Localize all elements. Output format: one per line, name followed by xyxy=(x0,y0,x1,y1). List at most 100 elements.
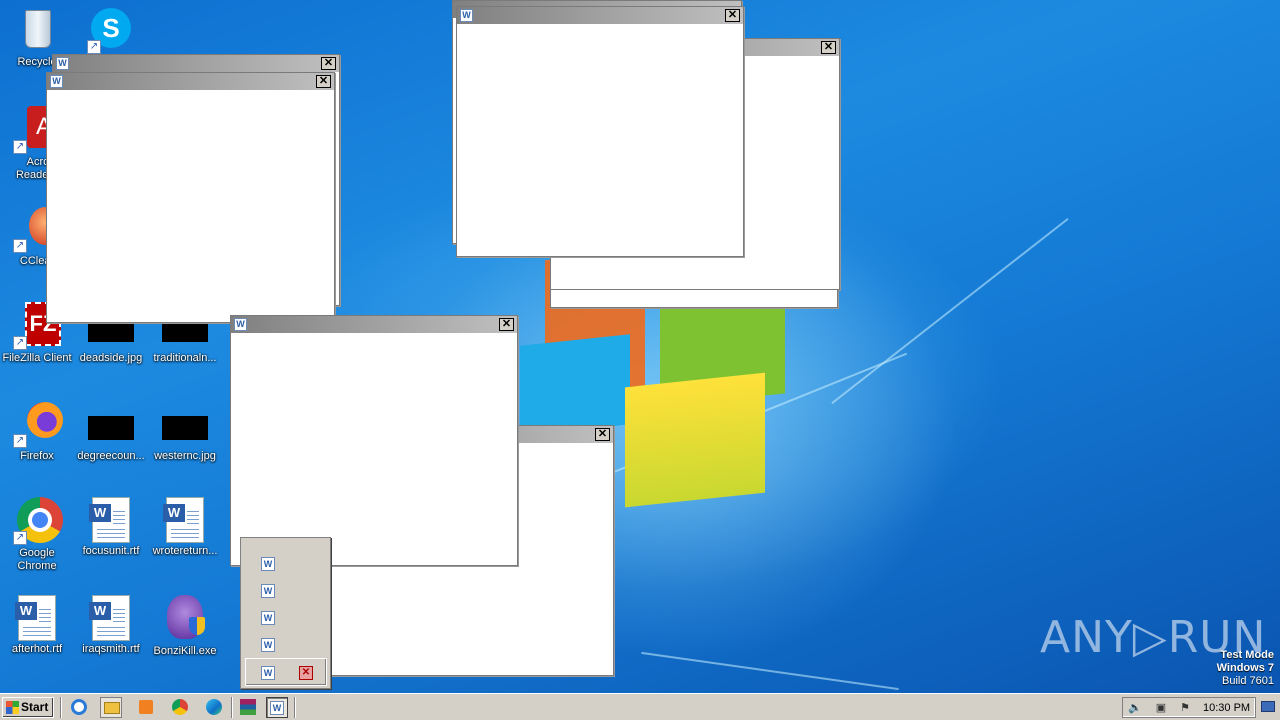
system-tray: 🔈 ▣ ⚑ 10:30 PM xyxy=(1122,697,1256,718)
chrome-icon xyxy=(172,699,188,715)
quicklaunch-explorer[interactable] xyxy=(100,697,122,718)
desktop-icon-label-line2: Chrome xyxy=(17,560,57,572)
skype-icon: S ↗ xyxy=(87,6,135,54)
action-center-flag-icon[interactable]: ⚑ xyxy=(1177,701,1193,715)
image-file-icon xyxy=(88,416,134,440)
shortcut-arrow-icon: ↗ xyxy=(13,140,27,154)
desktop-icon-label: afterhot.rtf xyxy=(11,643,63,655)
close-button[interactable]: ✕ xyxy=(316,75,331,88)
window-titlebar[interactable]: W ✕ xyxy=(231,316,517,333)
internet-explorer-icon xyxy=(71,699,87,715)
desktop-icon-label-line1: Google xyxy=(19,547,55,559)
desktop-icon-label: focusunit.rtf xyxy=(82,545,140,557)
edge-icon xyxy=(206,699,222,715)
taskbar-separator xyxy=(294,697,296,718)
menu-item-word-window[interactable]: W xyxy=(261,666,275,680)
desktop-icon-label: FileZilla Client xyxy=(2,352,72,364)
word-app-icon: W xyxy=(56,57,69,70)
desktop-icon-label: westernc.jpg xyxy=(154,450,216,462)
quicklaunch-edge[interactable] xyxy=(203,697,225,718)
close-button[interactable]: ✕ xyxy=(821,41,836,54)
desktop-icon-bonzikill[interactable]: BonziKill.exe xyxy=(148,595,222,658)
desktop-icon-label: Firefox xyxy=(20,450,54,462)
desktop-icon-label: traditionaln... xyxy=(153,352,217,364)
taskbar-group-menu[interactable]: W W W W W ✕ xyxy=(240,537,331,689)
popup-window-edge xyxy=(550,290,838,308)
word-app-icon: W xyxy=(234,318,247,331)
recycle-bin-icon xyxy=(13,6,61,54)
popup-window[interactable]: W ✕ xyxy=(230,315,518,566)
test-mode-label: Test Mode xyxy=(1220,649,1274,661)
word-document-icon: W xyxy=(15,595,56,641)
word-app-icon: W xyxy=(460,9,473,22)
close-group-icon[interactable]: ✕ xyxy=(299,666,313,680)
window-body xyxy=(47,90,334,322)
start-button[interactable]: Start xyxy=(2,697,54,718)
windows-flag-icon xyxy=(6,701,19,714)
shortcut-arrow-icon: ↗ xyxy=(13,531,27,545)
desktop-icon-label: degreecoun... xyxy=(77,450,145,462)
quicklaunch-chrome[interactable] xyxy=(169,697,191,718)
monitor-icon xyxy=(1261,701,1275,712)
desktop-icon-label: deadside.jpg xyxy=(79,352,143,364)
taskbar-clock[interactable]: 10:30 PM xyxy=(1203,701,1250,715)
bonzi-icon xyxy=(161,595,209,643)
close-button[interactable]: ✕ xyxy=(725,9,740,22)
word-app-icon: W xyxy=(50,75,63,88)
shortcut-arrow-icon: ↗ xyxy=(13,239,27,253)
shortcut-arrow-icon: ↗ xyxy=(13,336,27,350)
menu-item-word-window[interactable]: W xyxy=(261,584,275,598)
window-titlebar[interactable]: W ✕ xyxy=(53,55,339,72)
close-button[interactable]: ✕ xyxy=(499,318,514,331)
desktop-icon-skype[interactable]: S ↗ xyxy=(74,6,148,56)
desktop-icon-firefox[interactable]: ↗ Firefox xyxy=(0,400,74,463)
menu-item-word-window[interactable]: W xyxy=(261,638,275,652)
taskbar-separator xyxy=(231,697,233,718)
desktop-icon-wrotereturn[interactable]: W wrotereturn... xyxy=(148,497,222,558)
window-body xyxy=(457,24,743,256)
window-titlebar[interactable]: W ✕ xyxy=(457,7,743,24)
media-player-icon xyxy=(139,700,153,714)
taskbar-separator xyxy=(60,697,62,718)
desktop-icon-afterhot[interactable]: W afterhot.rtf xyxy=(0,595,74,656)
popup-window[interactable]: W ✕ xyxy=(46,72,335,323)
folder-icon xyxy=(104,702,120,714)
word-app-icon: W xyxy=(270,701,284,715)
taskbar-app-winrar[interactable] xyxy=(237,697,259,718)
network-icon[interactable]: ▣ xyxy=(1153,701,1169,715)
taskbar-app-word-group[interactable]: W xyxy=(266,697,288,718)
taskbar: Start W 🔈 ▣ ⚑ 10:30 PM xyxy=(0,693,1280,720)
shortcut-arrow-icon: ↗ xyxy=(87,40,101,54)
popup-window[interactable]: W ✕ xyxy=(456,6,744,257)
test-mode-watermark: Test Mode Windows 7 Build 7601 xyxy=(1217,649,1274,688)
close-button[interactable]: ✕ xyxy=(321,57,336,70)
word-document-icon: W xyxy=(163,497,204,543)
chrome-icon: ↗ xyxy=(13,497,63,545)
word-document-icon: W xyxy=(89,497,130,543)
window-body xyxy=(231,333,517,565)
desktop-icon-label: iraqsmith.rtf xyxy=(82,643,140,655)
desktop-icon-westernc[interactable]: westernc.jpg xyxy=(148,404,222,463)
desktop-icon-degreecoun[interactable]: degreecoun... xyxy=(74,404,148,463)
volume-icon[interactable]: 🔈 xyxy=(1127,701,1143,715)
window-titlebar[interactable]: W ✕ xyxy=(47,73,334,90)
desktop-icon-iraqsmith[interactable]: W iraqsmith.rtf xyxy=(74,595,148,656)
desktop-icon-google-chrome[interactable]: ↗ Google Chrome xyxy=(0,497,74,573)
quicklaunch-media-player[interactable] xyxy=(135,697,157,718)
close-button[interactable]: ✕ xyxy=(595,428,610,441)
image-file-icon xyxy=(162,416,208,440)
word-document-icon: W xyxy=(89,595,130,641)
start-label: Start xyxy=(21,700,49,714)
quicklaunch-ie[interactable] xyxy=(68,697,90,718)
build-label: Build 7601 xyxy=(1222,675,1274,687)
winrar-icon xyxy=(240,699,256,715)
menu-item-selected[interactable] xyxy=(245,658,327,686)
show-desktop-button[interactable] xyxy=(1258,697,1278,718)
windows-logo-blue xyxy=(520,334,630,436)
os-label: Windows 7 xyxy=(1216,662,1274,674)
desktop-icon-focusunit[interactable]: W focusunit.rtf xyxy=(74,497,148,558)
windows-logo-yellow xyxy=(625,372,765,508)
menu-item-word-window[interactable]: W xyxy=(261,557,275,571)
menu-item-word-window[interactable]: W xyxy=(261,611,275,625)
firefox-icon: ↗ xyxy=(13,400,63,448)
